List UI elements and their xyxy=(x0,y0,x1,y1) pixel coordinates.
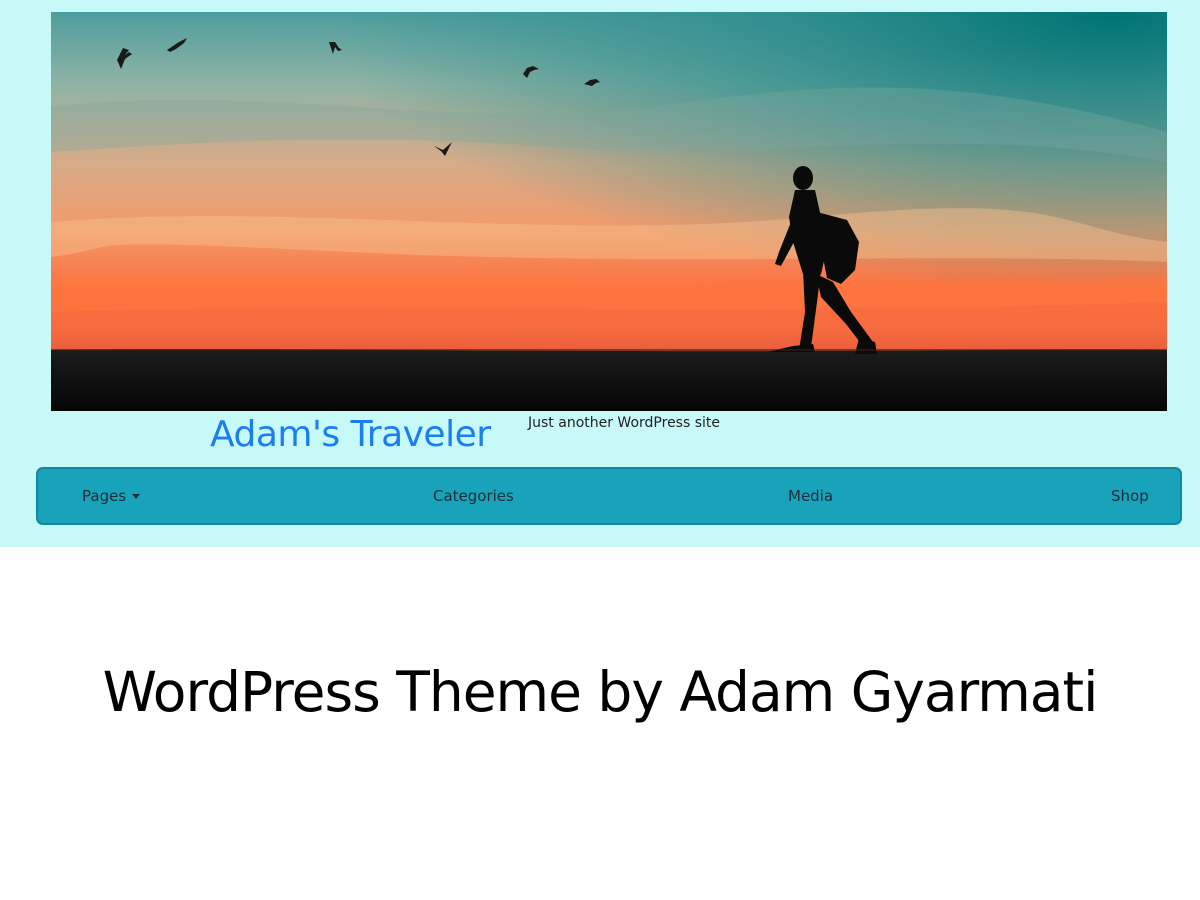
dropdown-caret-icon xyxy=(132,494,141,499)
main-navbar: Pages Categories Media Shop xyxy=(36,467,1182,525)
site-header: Adam's Traveler Just another WordPress s… xyxy=(0,0,1200,547)
site-tagline: Just another WordPress site xyxy=(528,415,721,431)
site-title-link[interactable]: Adam's Traveler xyxy=(210,414,491,455)
nav-item-pages[interactable]: Pages xyxy=(82,469,141,523)
theme-credit: WordPress Theme by Adam Gyarmati xyxy=(102,660,1099,724)
nav-item-shop[interactable]: Shop xyxy=(1111,469,1149,523)
nav-item-media[interactable]: Media xyxy=(788,469,833,523)
nav-item-categories[interactable]: Categories xyxy=(433,469,514,523)
header-hero-image xyxy=(51,12,1167,411)
nav-item-pages-label: Pages xyxy=(82,487,127,505)
